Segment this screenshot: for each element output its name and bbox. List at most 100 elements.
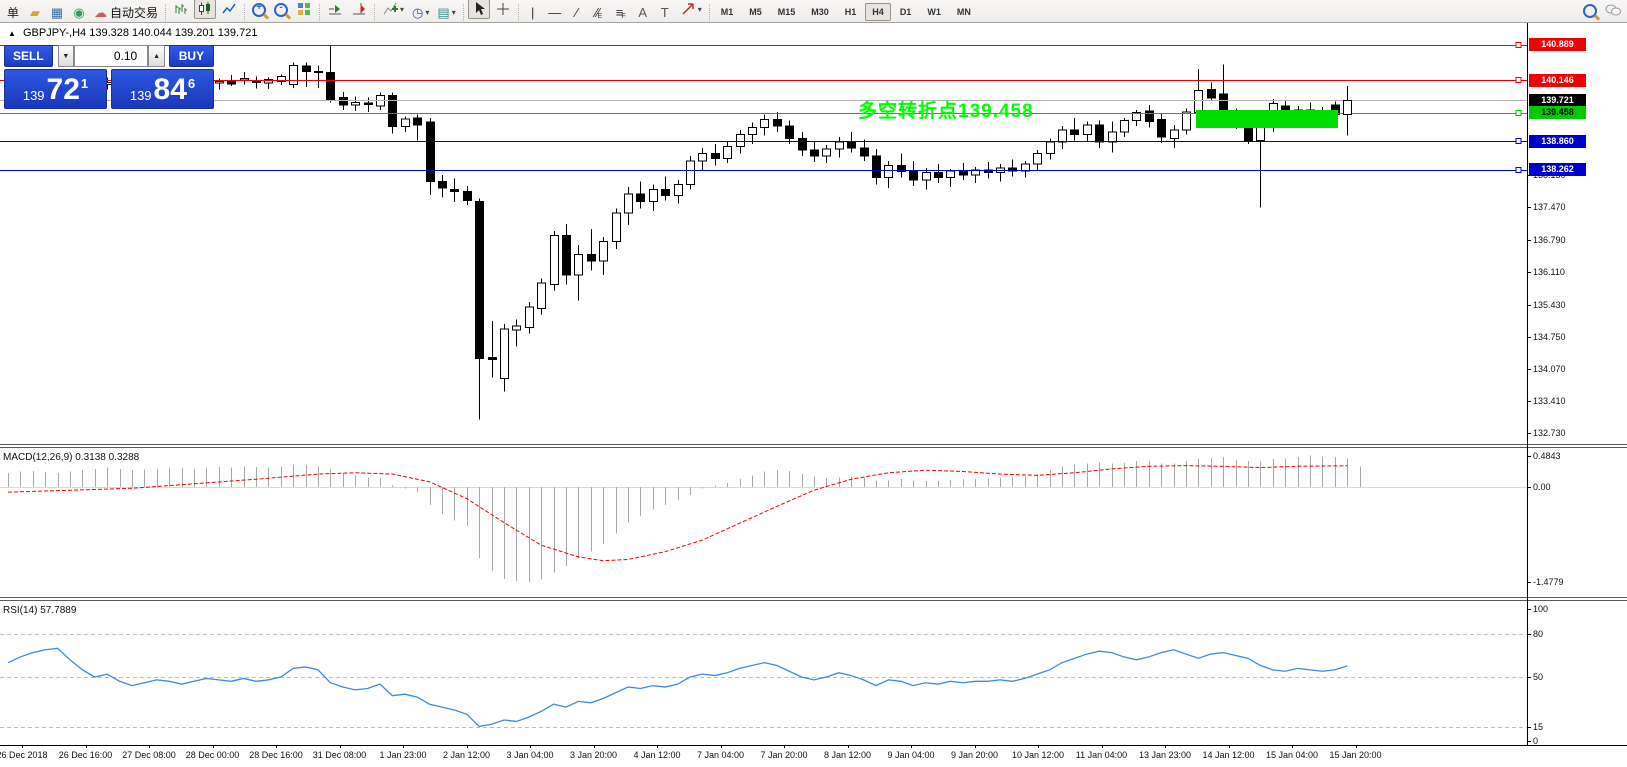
collapse-arrow-icon[interactable]: ▲ <box>8 29 16 38</box>
time-axis-label: 9 Jan 20:00 <box>951 750 998 760</box>
search-icon <box>1583 4 1597 18</box>
chat-button[interactable] <box>1602 0 1624 20</box>
buy-price-point: 6 <box>188 76 195 91</box>
timeframe-M30[interactable]: M30 <box>804 3 836 21</box>
autotrading-icon: ☁ <box>94 6 107 19</box>
price-badge-140.146: 140.146 <box>1529 74 1586 87</box>
crosshair-icon <box>495 1 511 17</box>
buy-price-button[interactable]: 139 84 6 <box>111 69 214 109</box>
volume-input[interactable] <box>74 45 148 67</box>
toolbar-separator <box>165 4 166 21</box>
price-tick-label: 134.070 <box>1533 364 1566 374</box>
one-click-trading-panel: SELL ▼ ▲ BUY 139 72 1 139 84 6 <box>4 45 214 109</box>
timeframe-MN[interactable]: MN <box>950 3 978 21</box>
equidistant-channel-button[interactable]: ∕∕E <box>589 3 609 23</box>
mt4-window: 单▰▦◉☁自动交易+-▾◷▾▤▾|—∕∕∕E≡FAT▾ M1M5M15M30H1… <box>0 0 1627 767</box>
main-toolbar: 单▰▦◉☁自动交易+-▾◷▾▤▾|—∕∕∕E≡FAT▾ M1M5M15M30H1… <box>0 0 1627 23</box>
toolbar-separator <box>374 4 375 21</box>
price-tick-label: 134.750 <box>1533 332 1566 342</box>
bar-chart-button[interactable] <box>170 0 192 19</box>
timeframe-H1[interactable]: H1 <box>838 3 864 21</box>
equidistant-channel-sub-label: E <box>598 13 603 20</box>
arrows-tool-icon <box>680 1 696 17</box>
signals-button[interactable]: ◉ <box>69 3 89 23</box>
time-axis-label: 28 Dec 16:00 <box>249 750 303 760</box>
volume-up-button[interactable]: ▲ <box>148 45 165 67</box>
indicator-tick-label: 80 <box>1533 629 1543 639</box>
search-button[interactable] <box>1580 1 1600 21</box>
toolbar-separator <box>709 4 710 21</box>
periods-button[interactable]: ◷▾ <box>409 3 432 23</box>
timeframe-M15[interactable]: M15 <box>771 3 803 21</box>
periods-icon: ◷ <box>412 6 423 19</box>
indicator-tick-label: 0 <box>1533 736 1538 746</box>
zoom-out-button[interactable]: - <box>271 0 291 20</box>
price-tick-label: 136.790 <box>1533 235 1566 245</box>
toolbar-separator <box>518 4 519 21</box>
text-label-tool-icon: T <box>661 6 669 19</box>
time-axis-label: 10 Jan 12:00 <box>1012 750 1064 760</box>
price-tick-label: 135.430 <box>1533 300 1566 310</box>
timeframe-H4[interactable]: H4 <box>865 3 891 21</box>
chevron-down-icon: ▾ <box>452 8 456 17</box>
candle-chart-button[interactable] <box>194 0 216 19</box>
time-axis-label: 15 Jan 04:00 <box>1266 750 1318 760</box>
price-tick-label: 136.110 <box>1533 267 1565 277</box>
time-axis-label: 26 Dec 16:00 <box>59 750 113 760</box>
zoom-in-button[interactable]: + <box>249 0 269 20</box>
chart-shift-button[interactable] <box>348 0 370 19</box>
crosshair-button[interactable] <box>492 0 514 19</box>
arrows-tool-button[interactable]: ▾ <box>677 0 705 19</box>
horizontal-line-button[interactable]: — <box>545 3 565 23</box>
price-badge-140.889: 140.889 <box>1529 38 1586 51</box>
time-axis-label: 3 Jan 04:00 <box>506 750 553 760</box>
indicators-button[interactable]: ▾ <box>379 0 407 19</box>
price-badge-138.262: 138.262 <box>1529 163 1586 176</box>
time-axis-label: 7 Jan 04:00 <box>697 750 744 760</box>
price-chart-canvas[interactable] <box>0 0 1627 767</box>
time-axis-label: 4 Jan 12:00 <box>633 750 680 760</box>
buy-button[interactable]: BUY <box>169 45 214 67</box>
line-chart-button[interactable] <box>218 0 240 19</box>
price-tick-label: 137.470 <box>1533 202 1566 212</box>
rsi-header: RSI(14) 57.7889 <box>3 605 76 616</box>
buy-price-pips: 84 <box>154 75 187 105</box>
fibonacci-retracement-button[interactable]: ≡F <box>611 3 631 23</box>
charts-window-button[interactable]: ▦ <box>47 3 67 23</box>
volume-down-button[interactable]: ▼ <box>58 45 75 67</box>
tile-windows-button[interactable] <box>293 0 315 19</box>
autotrading-label: 自动交易 <box>110 4 158 21</box>
signals-icon: ◉ <box>73 6 84 19</box>
sell-button[interactable]: SELL <box>4 45 53 67</box>
chevron-down-icon: ▾ <box>425 8 429 17</box>
sell-price-button[interactable]: 139 72 1 <box>4 69 107 109</box>
time-axis-label: 27 Dec 08:00 <box>122 750 176 760</box>
fibonacci-retracement-sub-label: F <box>621 13 625 20</box>
vertical-line-icon: | <box>531 6 534 19</box>
indicator-tick-label: 0.4843 <box>1533 451 1561 461</box>
profiles-icon: ▰ <box>30 6 40 19</box>
timeframe-M1[interactable]: M1 <box>714 3 741 21</box>
vertical-line-button[interactable]: | <box>523 3 543 23</box>
text-label-tool-button[interactable]: T <box>655 3 675 23</box>
text-tool-button[interactable]: A <box>633 3 653 23</box>
profiles-button[interactable]: ▰ <box>25 3 45 23</box>
symbol-header: ▲ GBPJPY-,H4 139.328 140.044 139.201 139… <box>8 27 257 39</box>
auto-scroll-button[interactable] <box>324 0 346 19</box>
timeframe-D1[interactable]: D1 <box>893 3 919 21</box>
cursor-button[interactable] <box>468 0 490 19</box>
price-tick-label: 133.410 <box>1533 396 1566 406</box>
symbol-title: GBPJPY-,H4 <box>23 27 86 39</box>
templates-button[interactable]: ▤▾ <box>434 3 458 23</box>
sell-price-pips: 72 <box>47 75 80 105</box>
trend-line-button[interactable]: ∕ <box>567 3 587 23</box>
chart-shift-icon <box>351 1 367 17</box>
time-axis-label: 13 Jan 23:00 <box>1139 750 1191 760</box>
time-axis-label: 15 Jan 20:00 <box>1329 750 1381 760</box>
autotrading-button[interactable]: ☁自动交易 <box>91 3 161 23</box>
horizontal-line-icon: — <box>548 6 561 19</box>
new-order-button[interactable]: 单 <box>3 3 23 23</box>
timeframe-W1[interactable]: W1 <box>920 3 948 21</box>
timeframe-M5[interactable]: M5 <box>742 3 769 21</box>
price-tick-label: 132.730 <box>1533 428 1566 438</box>
